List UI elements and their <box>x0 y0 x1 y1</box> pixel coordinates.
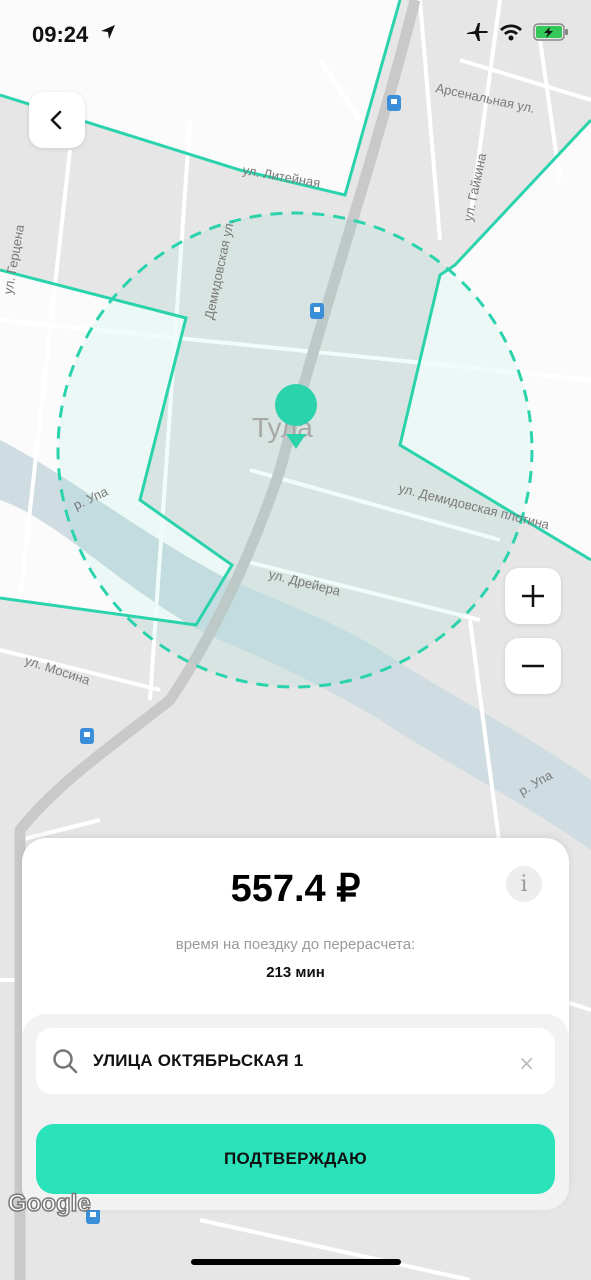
info-icon: i <box>520 871 528 897</box>
search-icon <box>53 1049 78 1074</box>
price-value: 557.4 ₽ <box>230 868 361 910</box>
zoom-in-button[interactable] <box>505 568 561 624</box>
address-section: УЛИЦА ОКТЯБРЬСКАЯ 1 × ПОДТВЕРЖДАЮ <box>22 1014 569 1210</box>
address-search-field[interactable]: УЛИЦА ОКТЯБРЬСКАЯ 1 × <box>36 1028 555 1094</box>
location-arrow-icon <box>101 25 115 39</box>
airplane-icon <box>467 23 488 41</box>
status-icons <box>465 22 569 42</box>
recalc-value: 213 мин <box>266 964 325 981</box>
chevron-left-icon <box>50 110 62 130</box>
wifi-icon <box>500 24 522 41</box>
tram-stop-icon <box>387 95 401 111</box>
confirm-button[interactable]: ПОДТВЕРЖДАЮ <box>36 1124 555 1194</box>
clear-icon[interactable]: × <box>518 1051 535 1075</box>
status-bar: 09:24 <box>0 0 591 70</box>
status-time: 09:24 <box>32 22 89 47</box>
zoom-out-button[interactable] <box>505 638 561 694</box>
back-button[interactable] <box>29 92 85 148</box>
radius-circle <box>56 211 534 689</box>
minus-icon <box>522 664 544 668</box>
recalc-label: время на поездку до перерасчета: <box>175 936 416 953</box>
tram-stop-icon <box>310 303 324 319</box>
info-button[interactable]: i <box>506 866 542 902</box>
plus-icon <box>522 585 544 607</box>
battery-charging-icon <box>533 23 568 41</box>
address-value[interactable]: УЛИЦА ОКТЯБРЬСКАЯ 1 <box>93 1051 303 1071</box>
home-indicator <box>191 1259 401 1265</box>
google-logo: Google <box>7 1189 91 1218</box>
tram-stop-icon <box>80 728 94 744</box>
trip-panel: 557.4 ₽ i время на поездку до перерасчет… <box>22 838 569 1210</box>
